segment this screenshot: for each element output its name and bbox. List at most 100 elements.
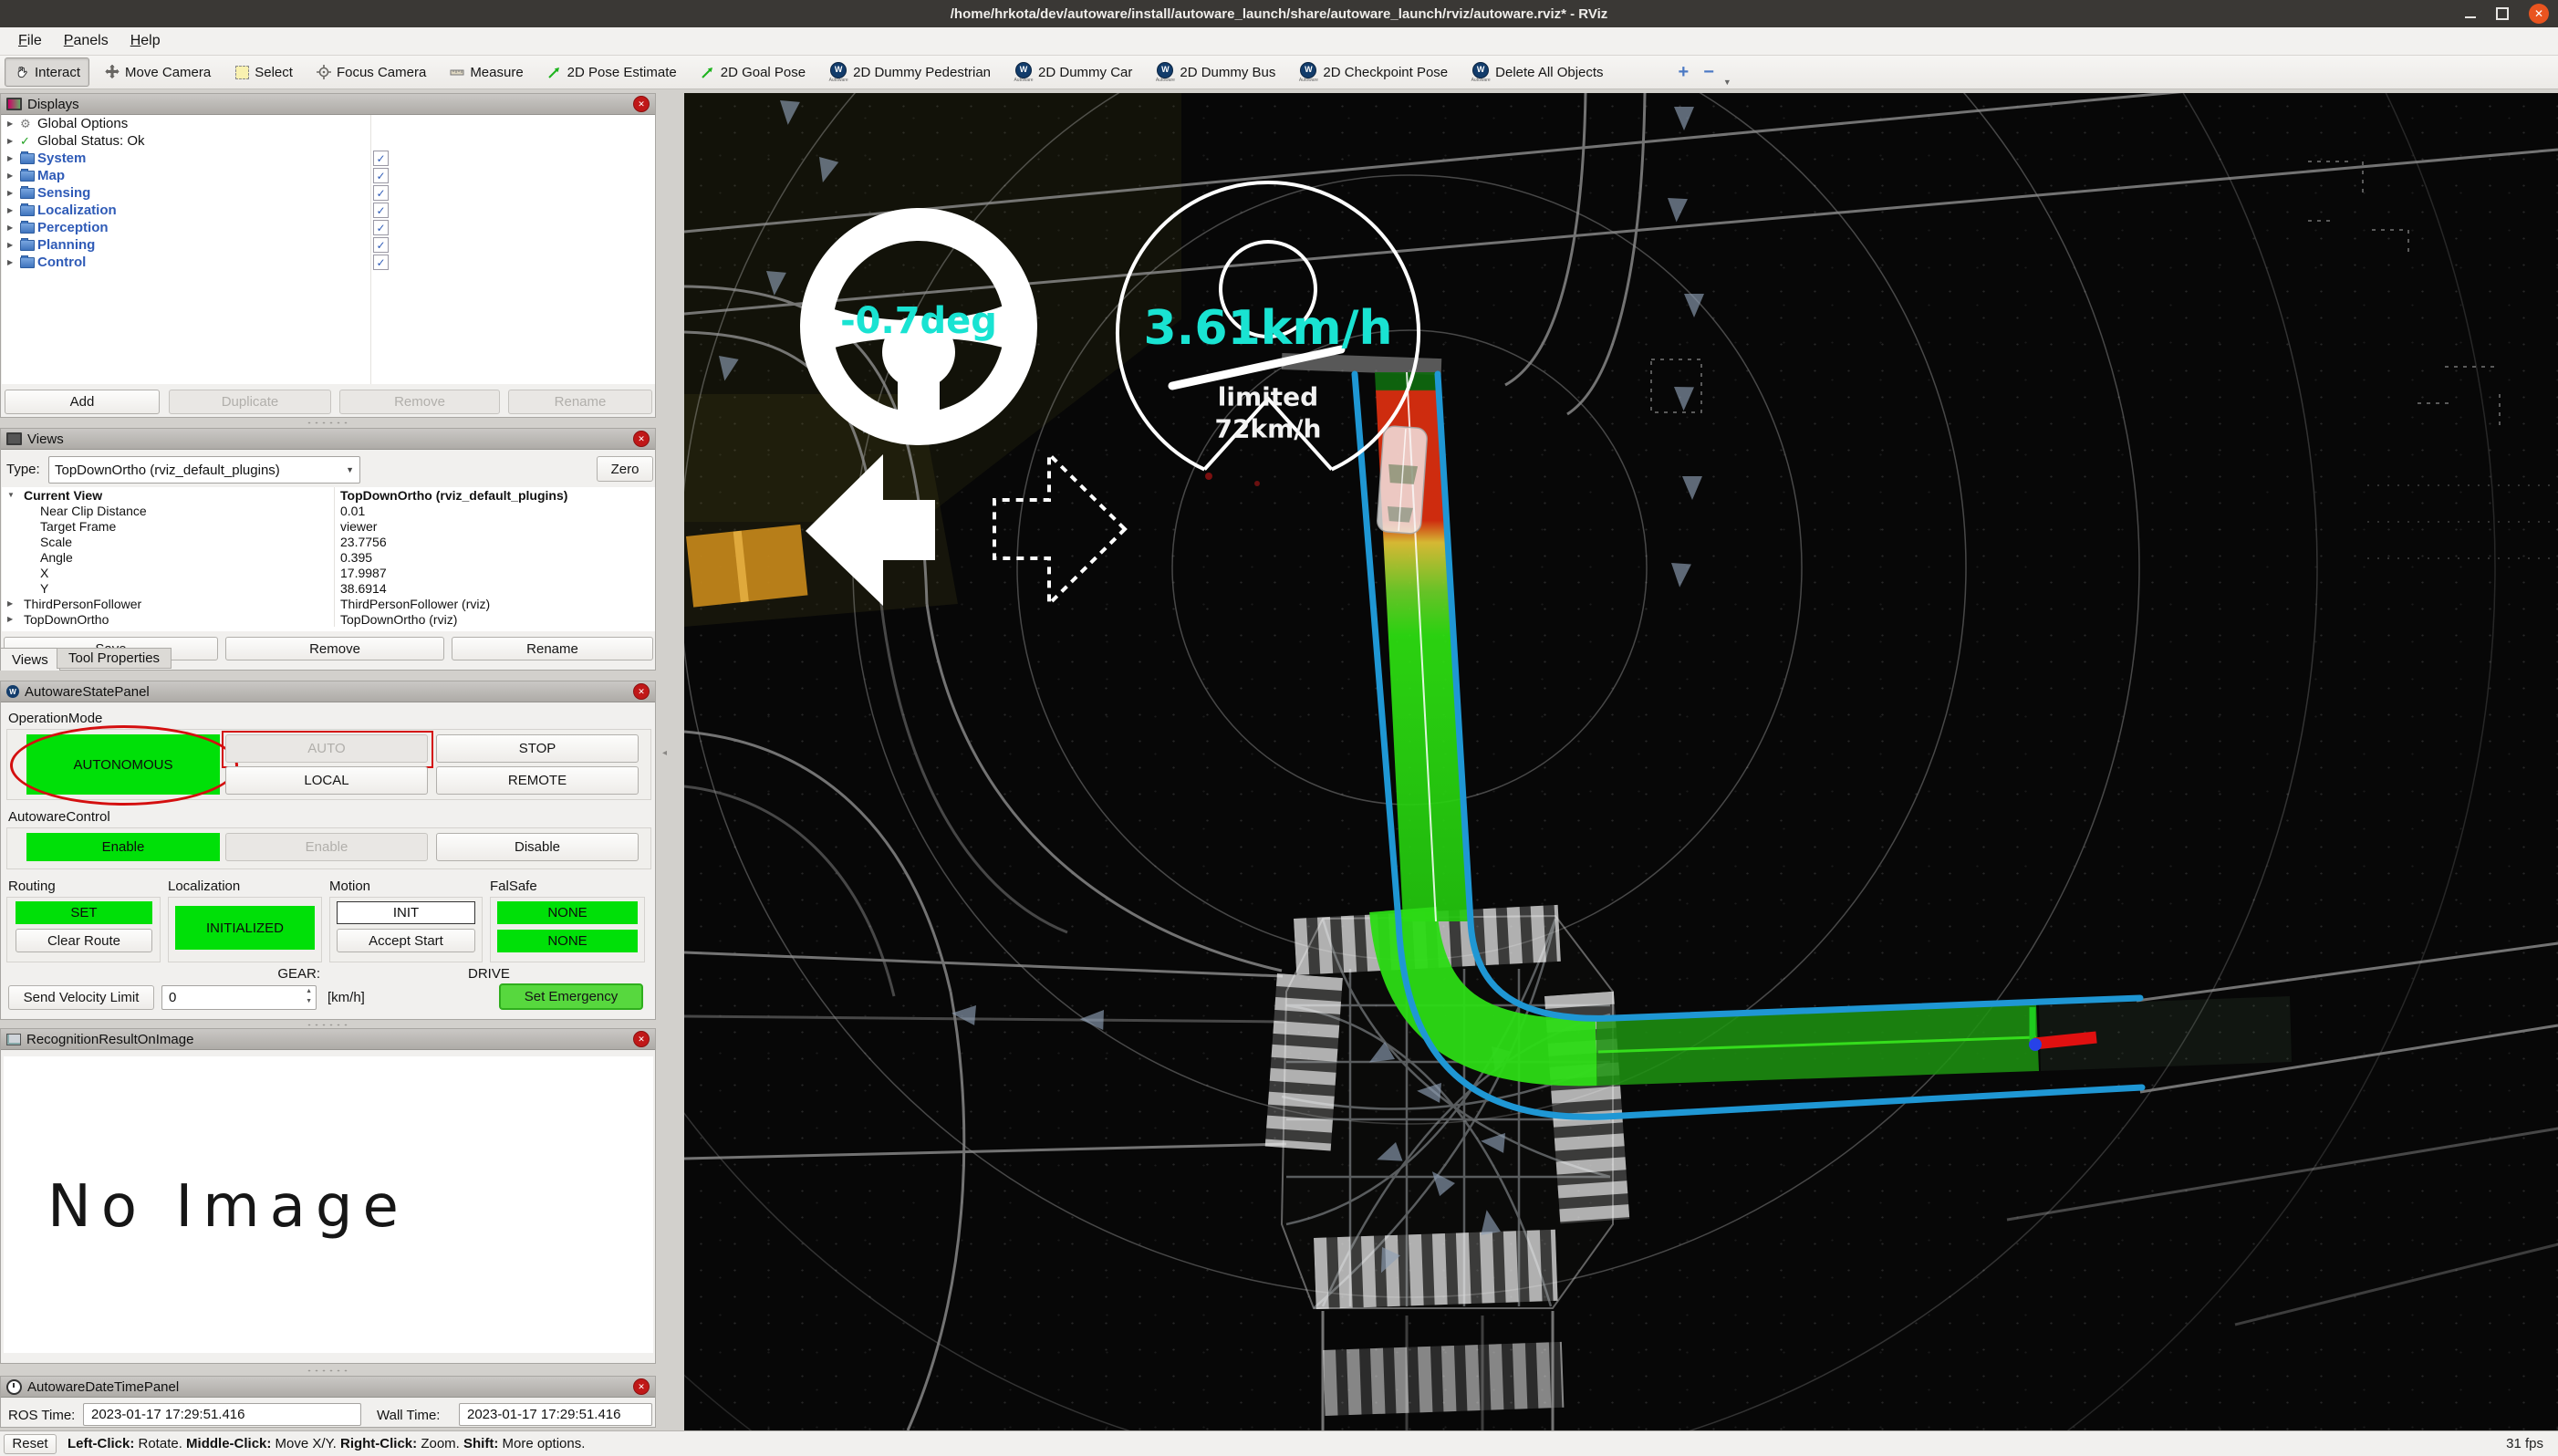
- visibility-checkbox[interactable]: ✓: [373, 237, 389, 253]
- duplicate-button[interactable]: Duplicate: [169, 390, 331, 414]
- set-emergency-button[interactable]: Set Emergency: [499, 983, 643, 1010]
- view-row-property[interactable]: Y 38.6914: [2, 580, 655, 596]
- view-row-property[interactable]: Angle 0.395: [2, 549, 655, 565]
- splitter-collapse-left-icon[interactable]: ◂: [662, 748, 667, 758]
- tool-delete-all-objects[interactable]: W Autoware Delete All Objects: [1462, 58, 1611, 86]
- view-row-property[interactable]: X 17.9987: [2, 565, 655, 580]
- wall-time-value[interactable]: 2023-01-17 17:29:51.416: [459, 1403, 652, 1426]
- close-icon[interactable]: ✕: [2529, 4, 2549, 24]
- tool-2d-dummy-bus[interactable]: W Autoware 2D Dummy Bus: [1147, 58, 1284, 86]
- expand-icon[interactable]: ▶: [7, 172, 20, 180]
- tool-move-camera[interactable]: Move Camera: [96, 58, 219, 86]
- minimize-icon[interactable]: [2465, 10, 2476, 18]
- reset-button[interactable]: Reset: [4, 1434, 57, 1454]
- expand-icon[interactable]: ▶: [7, 241, 20, 249]
- spin-down-icon[interactable]: ▼: [306, 997, 312, 1007]
- tree-row-global-options[interactable]: ▶ ⚙ Global Options: [2, 115, 655, 132]
- tree-row-system[interactable]: ▶ System ✓: [2, 150, 655, 167]
- remove-button[interactable]: Remove: [339, 390, 500, 414]
- splitter-handle[interactable]: [306, 421, 348, 425]
- tool-2d-goal-pose[interactable]: 2D Goal Pose: [691, 58, 814, 86]
- stop-button[interactable]: STOP: [436, 734, 639, 763]
- 3d-viewport[interactable]: -0.7deg 3.61km/h limited 72km/h: [684, 93, 2558, 1430]
- expand-icon[interactable]: ▶: [7, 137, 20, 145]
- visibility-checkbox[interactable]: ✓: [373, 220, 389, 235]
- view-row-current[interactable]: ▼Current View TopDownOrtho (rviz_default…: [2, 487, 655, 503]
- send-velocity-limit-button[interactable]: Send Velocity Limit: [8, 985, 154, 1010]
- tool-select[interactable]: Select: [225, 58, 301, 86]
- menu-help[interactable]: Help: [120, 29, 172, 53]
- tab-tool-properties[interactable]: Tool Properties: [57, 648, 172, 669]
- tool-measure[interactable]: Measure: [441, 58, 531, 86]
- splitter-handle[interactable]: [306, 1023, 348, 1027]
- remote-button[interactable]: REMOTE: [436, 766, 639, 795]
- accept-start-button[interactable]: Accept Start: [337, 929, 475, 952]
- view-row-property[interactable]: Target Frame viewer: [2, 518, 655, 534]
- rename-view-button[interactable]: Rename: [452, 637, 653, 660]
- tree-row-global-status[interactable]: ▶ ✓ Global Status: Ok: [2, 132, 655, 150]
- velocity-limit-input[interactable]: 0 ▲▼: [161, 985, 317, 1010]
- spin-up-icon[interactable]: ▲: [306, 987, 312, 997]
- expand-icon[interactable]: ▶: [7, 615, 20, 623]
- tree-row-control[interactable]: ▶ Control ✓: [2, 254, 655, 271]
- visibility-checkbox[interactable]: ✓: [373, 185, 389, 201]
- close-icon[interactable]: ✕: [633, 1378, 650, 1395]
- zero-button[interactable]: Zero: [597, 456, 653, 482]
- tool-2d-dummy-car[interactable]: W Autoware 2D Dummy Car: [1005, 58, 1140, 86]
- recognition-header[interactable]: RecognitionResultOnImage ✕: [1, 1029, 655, 1050]
- maximize-icon[interactable]: [2496, 7, 2509, 20]
- menu-panels[interactable]: Panels: [53, 29, 120, 53]
- close-icon[interactable]: ✕: [633, 1031, 650, 1047]
- expand-icon[interactable]: ▶: [7, 154, 20, 162]
- tree-row-localization[interactable]: ▶ Localization ✓: [2, 202, 655, 219]
- tree-row-sensing[interactable]: ▶ Sensing ✓: [2, 184, 655, 202]
- view-row-saved-view[interactable]: ▶TopDownOrtho TopDownOrtho (rviz): [2, 611, 655, 627]
- expand-icon[interactable]: ▶: [7, 599, 20, 608]
- add-tool-icon[interactable]: +: [1671, 62, 1697, 83]
- view-row-saved-view[interactable]: ▶ThirdPersonFollower ThirdPersonFollower…: [2, 596, 655, 611]
- tree-row-map[interactable]: ▶ Map ✓: [2, 167, 655, 184]
- visibility-checkbox[interactable]: ✓: [373, 168, 389, 183]
- remove-tool-icon[interactable]: −: [1696, 62, 1721, 83]
- visibility-checkbox[interactable]: ✓: [373, 255, 389, 270]
- tool-interact[interactable]: Interact: [5, 57, 89, 87]
- expand-icon[interactable]: ▶: [7, 120, 20, 128]
- expand-icon[interactable]: ▶: [7, 224, 20, 232]
- close-icon[interactable]: ✕: [633, 431, 650, 447]
- visibility-checkbox[interactable]: ✓: [373, 203, 389, 218]
- tab-views[interactable]: Views: [0, 648, 60, 671]
- tool-2d-pose-estimate[interactable]: 2D Pose Estimate: [538, 58, 685, 86]
- datetime-header[interactable]: AutowareDateTimePanel ✕: [1, 1377, 655, 1398]
- title-bar[interactable]: /home/hrkota/dev/autoware/install/autowa…: [0, 0, 2558, 27]
- visibility-checkbox[interactable]: ✓: [373, 151, 389, 166]
- tool-focus-camera[interactable]: Focus Camera: [307, 58, 434, 86]
- clear-route-button[interactable]: Clear Route: [16, 929, 152, 952]
- auto-button[interactable]: AUTO: [225, 734, 428, 763]
- close-icon[interactable]: ✕: [633, 96, 650, 112]
- expand-icon[interactable]: ▶: [7, 206, 20, 214]
- add-button[interactable]: Add: [5, 390, 160, 414]
- tool-2d-checkpoint-pose[interactable]: W Autoware 2D Checkpoint Pose: [1290, 58, 1456, 86]
- rename-button[interactable]: Rename: [508, 390, 652, 414]
- view-row-property[interactable]: Near Clip Distance 0.01: [2, 503, 655, 518]
- views-header[interactable]: Views ✕: [1, 429, 655, 450]
- view-type-combo[interactable]: TopDownOrtho (rviz_default_plugins) ▼: [48, 456, 360, 484]
- local-button[interactable]: LOCAL: [225, 766, 428, 795]
- tool-2d-dummy-pedestrian[interactable]: W Autoware 2D Dummy Pedestrian: [820, 58, 999, 86]
- disable-button[interactable]: Disable: [436, 833, 639, 861]
- state-panel-header[interactable]: W AutowareStatePanel ✕: [1, 681, 655, 702]
- view-row-property[interactable]: Scale 23.7756: [2, 534, 655, 549]
- remove-view-button[interactable]: Remove: [225, 637, 444, 660]
- tree-row-planning[interactable]: ▶ Planning ✓: [2, 236, 655, 254]
- menu-file[interactable]: File: [7, 29, 53, 53]
- ros-time-value[interactable]: 2023-01-17 17:29:51.416: [83, 1403, 361, 1426]
- splitter-handle[interactable]: [306, 1368, 348, 1373]
- expand-icon[interactable]: ▼: [7, 491, 20, 499]
- tree-row-perception[interactable]: ▶ Perception ✓: [2, 219, 655, 236]
- enable-button[interactable]: Enable: [225, 833, 428, 861]
- toolbar-overflow-icon[interactable]: ▼: [1723, 78, 1731, 88]
- close-icon[interactable]: ✕: [633, 683, 650, 700]
- expand-icon[interactable]: ▶: [7, 258, 20, 266]
- expand-icon[interactable]: ▶: [7, 189, 20, 197]
- displays-header[interactable]: Displays ✕: [1, 94, 655, 115]
